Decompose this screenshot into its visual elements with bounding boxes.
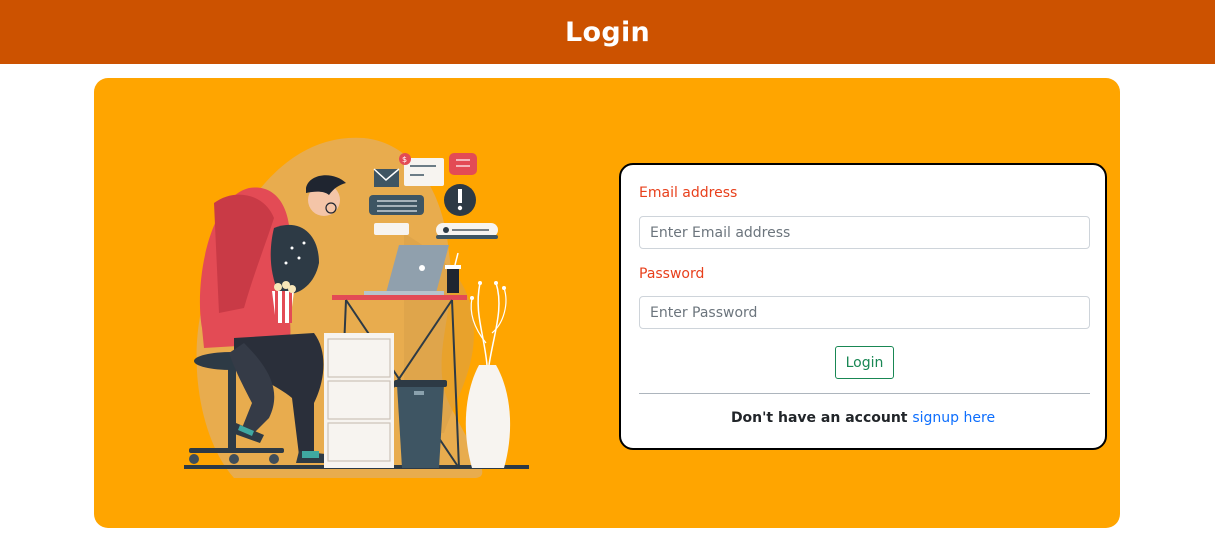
divider [639,393,1090,394]
login-panel: $ Email address Password Login Don't hav… [94,78,1120,528]
header-bar: Login [0,0,1215,64]
signup-row: Don't have an account signup here [621,410,1105,426]
svg-text:$: $ [402,155,407,164]
signup-prompt: Don't have an account [730,410,908,426]
login-button[interactable]: Login [835,346,894,379]
password-label: Password [639,266,705,282]
email-field[interactable] [639,216,1090,249]
signup-link[interactable]: signup here [912,410,995,426]
page-title: Login [564,16,651,48]
email-label: Email address [639,185,738,201]
person-at-desk-illustration: $ [184,137,529,478]
login-card: Email address Password Login Don't have … [619,163,1107,450]
password-field[interactable] [639,296,1090,329]
